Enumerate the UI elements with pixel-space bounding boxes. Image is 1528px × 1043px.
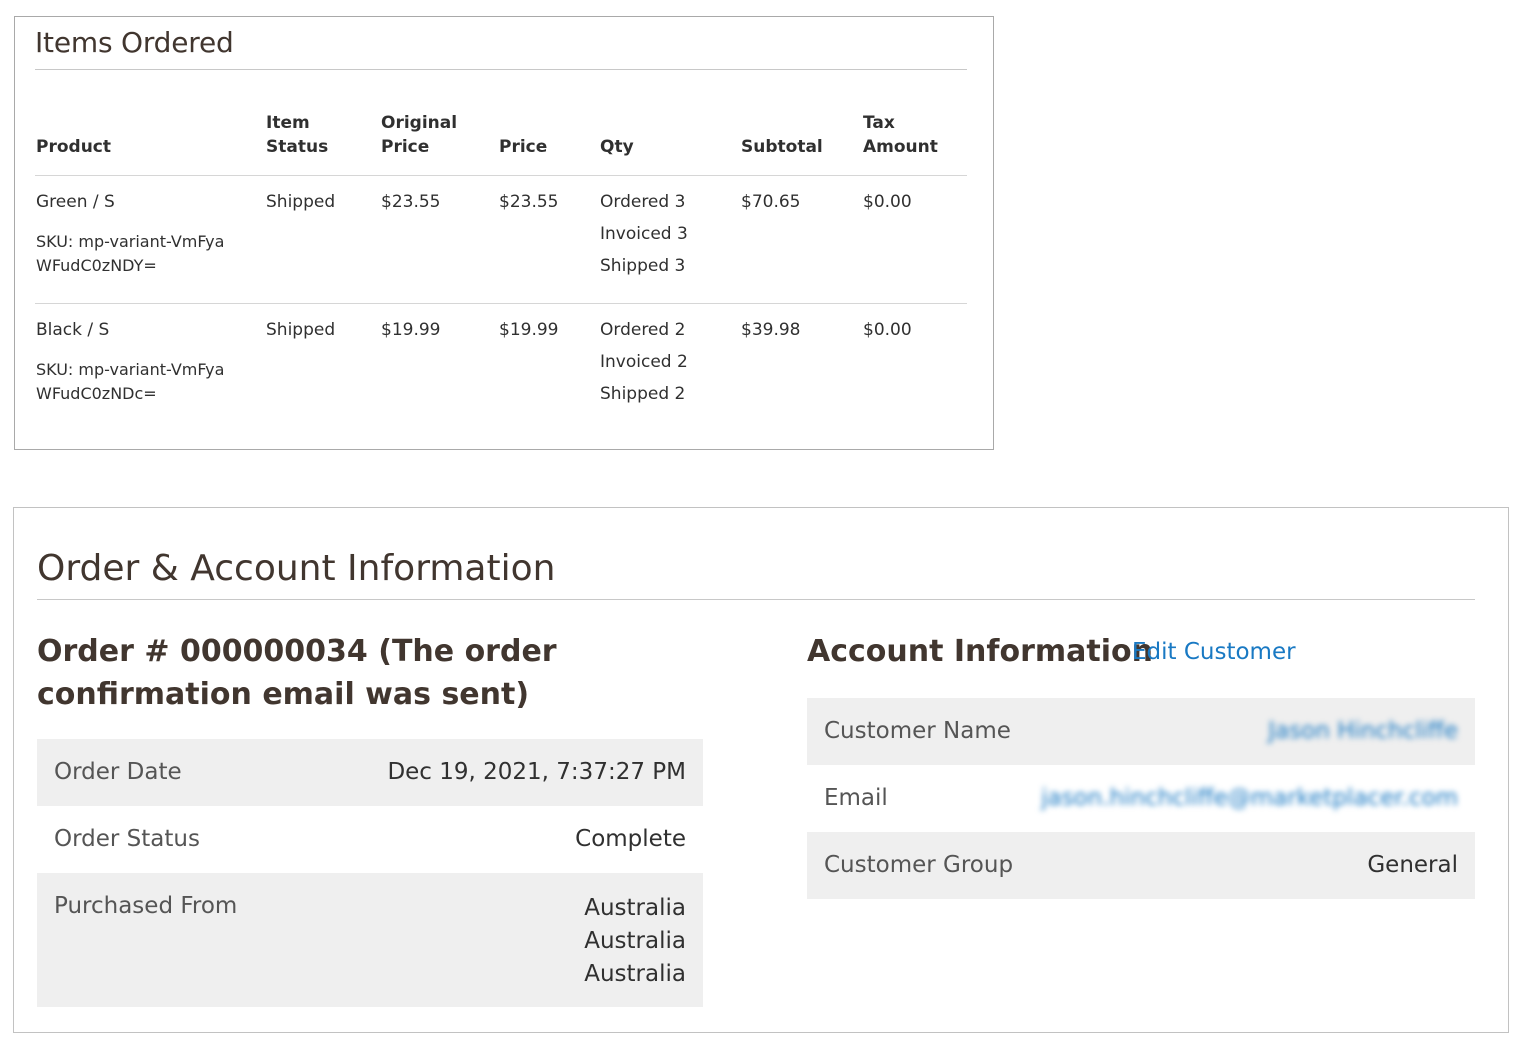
table-row: Green / S SKU: mp-variant-VmFyaWFudC0zND… [35, 176, 967, 304]
tax-amount-cell: $0.00 [863, 192, 912, 212]
product-name: Green / S [36, 192, 115, 212]
table-header-row: Product Item Status Original Price Price… [35, 101, 967, 176]
title-divider [35, 69, 967, 70]
qty-ordered: Ordered 2 [600, 320, 686, 340]
customer-group-value: General [1367, 852, 1458, 878]
column-header-original-price: Original Price [381, 111, 457, 159]
email-label: Email [824, 785, 888, 811]
title-divider [37, 599, 1475, 600]
account-information-heading: Account Information [807, 634, 1153, 669]
column-header-text: Item [266, 113, 310, 133]
store-scope-line: Australia [584, 961, 686, 987]
column-header-text: Tax [863, 113, 895, 133]
customer-name-label: Customer Name [824, 718, 1011, 744]
account-info-table: Customer Name Jason Hinchcliffe Email ja… [807, 698, 1475, 899]
item-status-cell: Shipped [266, 192, 336, 212]
column-header-subtotal: Subtotal [741, 137, 823, 157]
qty-shipped: Shipped 2 [600, 384, 686, 404]
product-sku: SKU: mp-variant-VmFyaWFudC0zNDc= [36, 360, 225, 403]
order-status-value: Complete [575, 826, 686, 852]
qty-cell: Ordered 3 Invoiced 3 Shipped 3 [600, 190, 688, 282]
column-header-text: Amount [863, 137, 938, 157]
email-row: Email jason.hinchcliffe@marketplacer.com [807, 765, 1475, 832]
order-date-row: Order Date Dec 19, 2021, 7:37:27 PM [37, 739, 703, 806]
subtotal-cell: $39.98 [741, 320, 801, 340]
column-header-tax-amount: Tax Amount [863, 111, 938, 159]
items-ordered-title: Items Ordered [35, 26, 234, 59]
product-name: Black / S [36, 320, 110, 340]
order-account-panel: Order & Account Information Order # 0000… [13, 507, 1509, 1033]
price-cell: $19.99 [499, 320, 559, 340]
email-link[interactable]: jason.hinchcliffe@marketplacer.com [1041, 785, 1458, 811]
customer-name-row: Customer Name Jason Hinchcliffe [807, 698, 1475, 765]
column-header-price: Price [499, 137, 548, 157]
store-scope-line: Australia [584, 928, 686, 954]
order-status-label: Order Status [54, 826, 200, 852]
column-header-text: Status [266, 137, 329, 157]
purchased-from-value: Australia Australia Australia [584, 892, 686, 991]
original-price-cell: $19.99 [381, 320, 441, 340]
qty-shipped: Shipped 3 [600, 256, 686, 276]
item-status-cell: Shipped [266, 320, 336, 340]
column-header-item-status: Item Status [266, 111, 328, 159]
product-sku: SKU: mp-variant-VmFyaWFudC0zNDY= [36, 232, 225, 275]
order-info-table: Order Date Dec 19, 2021, 7:37:27 PM Orde… [37, 739, 703, 1007]
customer-name-link[interactable]: Jason Hinchcliffe [1268, 718, 1458, 744]
column-header-text: Price [381, 137, 430, 157]
order-date-label: Order Date [54, 759, 182, 785]
qty-ordered: Ordered 3 [600, 192, 686, 212]
items-ordered-panel: Items Ordered Product Item Status Origin… [14, 16, 994, 450]
order-account-title: Order & Account Information [37, 548, 556, 589]
column-header-qty: Qty [600, 137, 634, 157]
table-row: Black / S SKU: mp-variant-VmFyaWFudC0zND… [35, 304, 967, 431]
customer-group-label: Customer Group [824, 852, 1014, 878]
edit-customer-link[interactable]: Edit Customer [1132, 639, 1296, 665]
product-cell: Black / S SKU: mp-variant-VmFyaWFudC0zND… [36, 318, 236, 406]
price-cell: $23.55 [499, 192, 559, 212]
order-date-value: Dec 19, 2021, 7:37:27 PM [387, 759, 686, 785]
qty-invoiced: Invoiced 3 [600, 224, 688, 244]
column-header-product: Product [36, 137, 111, 157]
qty-invoiced: Invoiced 2 [600, 352, 688, 372]
purchased-from-row: Purchased From Australia Australia Austr… [37, 873, 703, 1007]
product-cell: Green / S SKU: mp-variant-VmFyaWFudC0zND… [36, 190, 236, 278]
store-scope-line: Australia [584, 895, 686, 921]
items-table: Product Item Status Original Price Price… [35, 101, 967, 431]
purchased-from-label: Purchased From [54, 893, 238, 919]
subtotal-cell: $70.65 [741, 192, 801, 212]
qty-cell: Ordered 2 Invoiced 2 Shipped 2 [600, 318, 688, 410]
order-status-row: Order Status Complete [37, 806, 703, 873]
customer-group-row: Customer Group General [807, 832, 1475, 899]
tax-amount-cell: $0.00 [863, 320, 912, 340]
original-price-cell: $23.55 [381, 192, 441, 212]
order-number-heading: Order # 000000034 (The order confirmatio… [37, 634, 557, 712]
column-header-text: Original [381, 113, 458, 133]
